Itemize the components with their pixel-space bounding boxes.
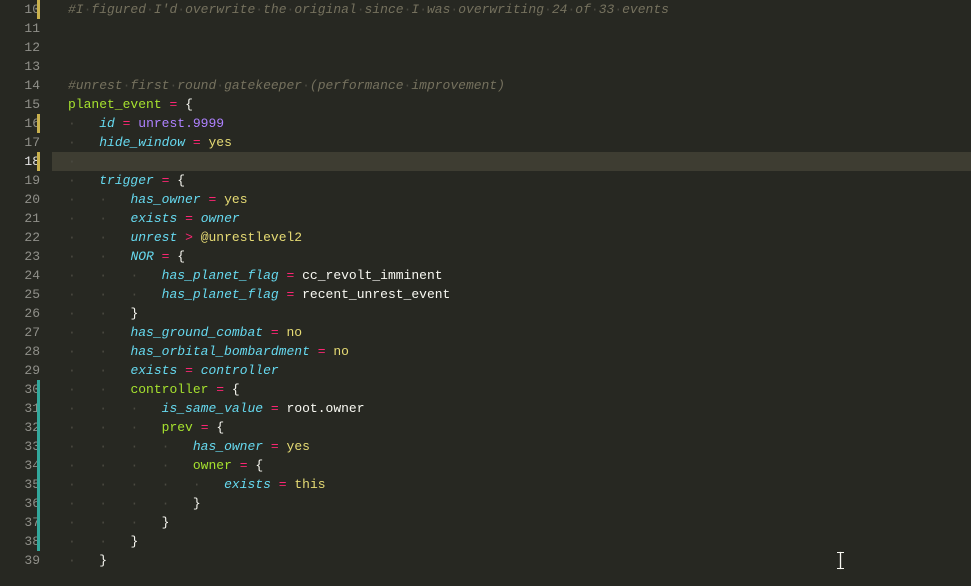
code-line[interactable]: [52, 57, 971, 76]
code-line[interactable]: · · · has_planet_flag = cc_revolt_immine…: [52, 266, 971, 285]
line-number: 21: [0, 209, 40, 228]
line-number: 13: [0, 57, 40, 76]
code-line[interactable]: · trigger = {: [52, 171, 971, 190]
code-line[interactable]: · · has_ground_combat = no: [52, 323, 971, 342]
code-line[interactable]: [52, 19, 971, 38]
modification-marker: [37, 418, 40, 437]
modification-marker: [37, 380, 40, 399]
code-line[interactable]: · · · has_planet_flag = recent_unrest_ev…: [52, 285, 971, 304]
modification-marker: [37, 513, 40, 532]
code-line[interactable]: planet_event = {: [52, 95, 971, 114]
line-number: 23: [0, 247, 40, 266]
code-line[interactable]: · · controller = {: [52, 380, 971, 399]
modification-marker: [37, 475, 40, 494]
code-line[interactable]: ·: [52, 152, 971, 171]
line-number: 12: [0, 38, 40, 57]
line-number: 10: [0, 0, 40, 19]
modification-marker: [37, 399, 40, 418]
line-number: 34: [0, 456, 40, 475]
code-line[interactable]: · · exists = owner: [52, 209, 971, 228]
code-line[interactable]: · · }: [52, 304, 971, 323]
line-number: 17: [0, 133, 40, 152]
line-number: 26: [0, 304, 40, 323]
code-line[interactable]: · · · · · exists = this: [52, 475, 971, 494]
modification-marker: [37, 532, 40, 551]
line-number: 36: [0, 494, 40, 513]
code-line[interactable]: · hide_window = yes: [52, 133, 971, 152]
line-number: 14: [0, 76, 40, 95]
code-line[interactable]: · · · is_same_value = root.owner: [52, 399, 971, 418]
code-line[interactable]: · · has_orbital_bombardment = no: [52, 342, 971, 361]
modification-marker: [37, 114, 40, 133]
line-number: 33: [0, 437, 40, 456]
line-number: 19: [0, 171, 40, 190]
line-number: 20: [0, 190, 40, 209]
line-number: 25: [0, 285, 40, 304]
line-number: 32: [0, 418, 40, 437]
line-number: 28: [0, 342, 40, 361]
line-number-gutter: 1011121314151617181920212223242526272829…: [0, 0, 52, 586]
line-number: 16: [0, 114, 40, 133]
line-number: 30: [0, 380, 40, 399]
line-number: 38: [0, 532, 40, 551]
code-line[interactable]: · · exists = controller: [52, 361, 971, 380]
line-number: 18: [0, 152, 40, 171]
line-number: 15: [0, 95, 40, 114]
line-number: 39: [0, 551, 40, 570]
code-line[interactable]: · · · · owner = {: [52, 456, 971, 475]
code-area[interactable]: #I·figured·I'd·overwrite·the·original·si…: [52, 0, 971, 586]
code-line[interactable]: · · · · has_owner = yes: [52, 437, 971, 456]
code-line[interactable]: [52, 38, 971, 57]
code-line[interactable]: #unrest·first·round·gatekeeper·(performa…: [52, 76, 971, 95]
modification-marker: [37, 0, 40, 19]
line-number: 37: [0, 513, 40, 532]
modification-marker: [37, 152, 40, 171]
code-editor[interactable]: 1011121314151617181920212223242526272829…: [0, 0, 971, 586]
modification-marker: [37, 456, 40, 475]
code-line[interactable]: · · has_owner = yes: [52, 190, 971, 209]
code-line[interactable]: · id = unrest.9999: [52, 114, 971, 133]
line-number: 35: [0, 475, 40, 494]
code-line[interactable]: · · NOR = {: [52, 247, 971, 266]
line-number: 24: [0, 266, 40, 285]
code-line[interactable]: #I·figured·I'd·overwrite·the·original·si…: [52, 0, 971, 19]
code-line[interactable]: · · · · }: [52, 494, 971, 513]
code-line[interactable]: · · · prev = {: [52, 418, 971, 437]
text-caret: [840, 552, 841, 569]
line-number: 31: [0, 399, 40, 418]
line-number: 22: [0, 228, 40, 247]
code-line[interactable]: · · unrest > @unrestlevel2: [52, 228, 971, 247]
line-number: 27: [0, 323, 40, 342]
code-line[interactable]: · · }: [52, 532, 971, 551]
modification-marker: [37, 494, 40, 513]
modification-marker: [37, 437, 40, 456]
code-line[interactable]: · · · }: [52, 513, 971, 532]
line-number: 11: [0, 19, 40, 38]
line-number: 29: [0, 361, 40, 380]
code-line[interactable]: · }: [52, 551, 971, 570]
